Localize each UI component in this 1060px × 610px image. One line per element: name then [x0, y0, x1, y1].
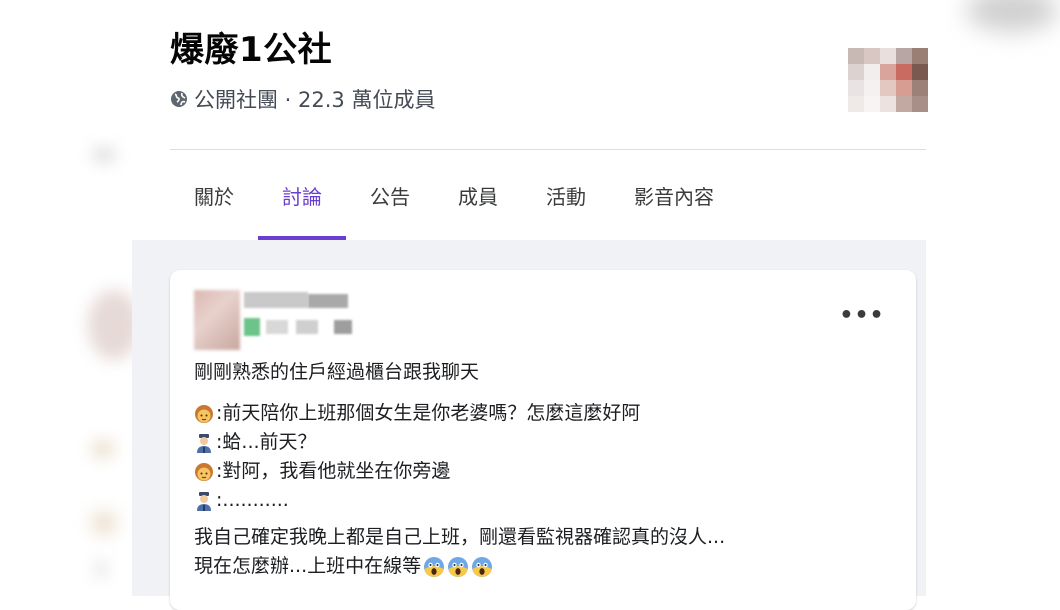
- post-card: ••• 剛剛熟悉的住戶經過櫃台跟我聊天 :前天陪你上班那個女生是你老婆嗎？怎麼這…: [170, 270, 916, 610]
- blurred-background-shape: [90, 510, 118, 536]
- group-cover-thumbnail[interactable]: [848, 48, 928, 112]
- author-name-redacted[interactable]: [244, 292, 364, 342]
- guard-emoji-icon: [194, 432, 214, 454]
- group-meta: 公開社團 · 22.3 萬位成員: [170, 84, 435, 114]
- post-closing-text: 現在怎麼辦...上班中在線等: [194, 555, 422, 577]
- group-tabs: 關於 討論 公告 成員 活動 影音內容: [170, 150, 738, 240]
- post-closing-line-with-emoji: 現在怎麼辦...上班中在線等: [194, 552, 874, 581]
- avatar[interactable]: [194, 290, 240, 350]
- group-meta-text: 公開社團 · 22.3 萬位成員: [194, 88, 436, 112]
- globe-icon: [170, 90, 188, 108]
- dialogue-line: :蛤...前天？: [194, 428, 874, 457]
- post-closing-line: 我自己確定我晚上都是自己上班，剛還看監視器確認真的沒人...: [194, 526, 726, 548]
- more-options-button[interactable]: •••: [839, 300, 883, 330]
- tab-media[interactable]: 影音內容: [610, 150, 738, 240]
- tab-members[interactable]: 成員: [434, 150, 522, 240]
- blurred-background-shape: [96, 560, 106, 578]
- dialogue-line: :...........: [194, 486, 874, 515]
- group-title[interactable]: 爆廢1公社: [170, 22, 332, 71]
- blurred-background-shape: [92, 440, 114, 458]
- guard-emoji-icon: [194, 490, 214, 512]
- face-screaming-icon: [423, 556, 445, 578]
- dialogue-line: :對阿，我看他就坐在你旁邊: [194, 457, 874, 486]
- tab-announcements[interactable]: 公告: [346, 150, 434, 240]
- face-screaming-icon: [471, 556, 493, 578]
- post-body: 剛剛熟悉的住戶經過櫃台跟我聊天 :前天陪你上班那個女生是你老婆嗎？怎麼這麼好阿 …: [194, 358, 874, 581]
- dialogue-line: :前天陪你上班那個女生是你老婆嗎？怎麼這麼好阿: [194, 399, 874, 428]
- tab-about[interactable]: 關於: [170, 150, 258, 240]
- face-screaming-icon: [447, 556, 469, 578]
- woman-emoji-icon: [194, 403, 214, 425]
- post-intro: 剛剛熟悉的住戶經過櫃台跟我聊天: [194, 361, 480, 383]
- dialogue-text: :前天陪你上班那個女生是你老婆嗎？怎麼這麼好阿: [216, 402, 641, 424]
- tab-discussion[interactable]: 討論: [258, 150, 346, 240]
- dialogue-text: :對阿，我看他就坐在你旁邊: [216, 460, 451, 482]
- dialogue-text: :蛤...前天？: [216, 431, 317, 453]
- dialogue-text: :...........: [216, 489, 289, 511]
- tab-events[interactable]: 活動: [522, 150, 610, 240]
- woman-emoji-icon: [194, 461, 214, 483]
- group-header: 爆廢1公社 公開社團 · 22.3 萬位成員 關於 討論 公告 成員 活動 影音…: [0, 0, 1060, 240]
